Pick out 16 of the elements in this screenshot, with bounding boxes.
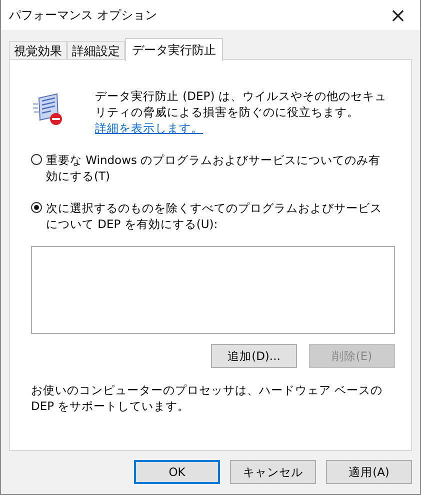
list-button[interactable]: 追加(D)...	[211, 344, 297, 368]
dialog-button[interactable]: キャンセル	[230, 460, 316, 484]
tab[interactable]: 視覚効果	[9, 41, 67, 61]
radio-option[interactable]: 次に選択するのものを除くすべてのプログラムおよびサービスについて DEP を有効にする(U):	[31, 200, 391, 232]
details-link[interactable]: 詳細を表示します。	[95, 121, 203, 135]
description-text: データ実行防止 (DEP) は、ウイルスやその他のセキュリティの脅威による損害を防ぐのに役立ちます。 詳細を表示します。	[95, 88, 388, 136]
window-title: パフォーマンス オプション	[9, 6, 157, 24]
dialog-button[interactable]: OK	[134, 460, 220, 484]
program-list[interactable]	[31, 246, 395, 334]
document-block-icon	[31, 92, 65, 126]
close-button[interactable]: ×	[376, 0, 420, 30]
radio-option[interactable]: 重要な Windows のプログラムおよびサービスについてのみ有効にする(T)	[31, 152, 391, 184]
dialog-button[interactable]: 適用(A)	[326, 460, 412, 484]
tab[interactable]: 詳細設定	[67, 41, 125, 61]
support-note: お使いのコンピューターのプロセッサは、ハードウェア ベースの DEP をサポートしています。	[31, 382, 384, 414]
tab[interactable]: データ実行防止	[125, 38, 223, 61]
